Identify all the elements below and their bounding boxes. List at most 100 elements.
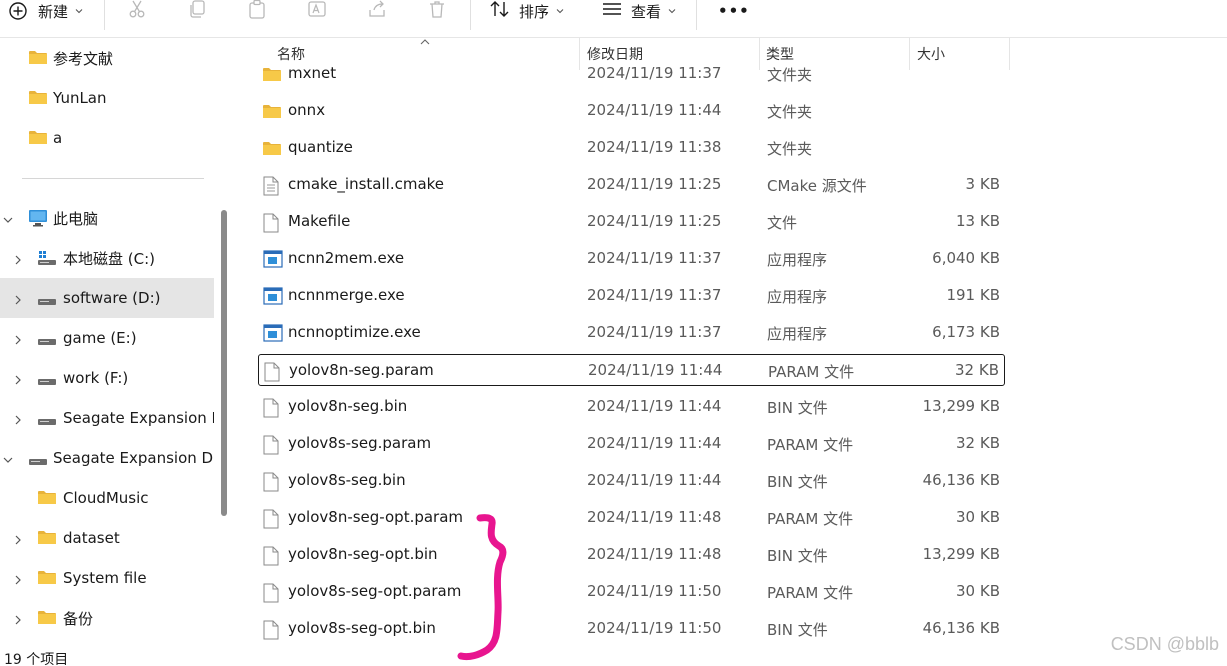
chevron-right-icon[interactable] [12,292,24,305]
nav-item-seagate-expansion[interactable]: Seagate Expansion Dri [0,438,214,478]
file-row[interactable]: yolov8n-seg-opt.param 2024/11/19 11:48 PAR… [258,502,1005,534]
file-name: yolov8s-seg.bin [288,471,406,489]
nav-item-label: 本地磁盘 (C:) [63,249,155,268]
file-size: 30 KB [956,582,1000,600]
computer-icon [28,209,48,231]
nav-item-backup[interactable]: 备份 [0,598,214,638]
chevron-right-icon[interactable] [12,412,24,425]
chevron-down-icon[interactable] [2,212,14,224]
chevron-right-icon[interactable] [12,572,24,585]
file-type: PARAM 文件 [768,363,855,381]
nav-item-label: dataset [63,529,120,547]
file-size: 6,173 KB [932,323,1000,341]
file-name: yolov8n-seg-opt.bin [288,545,438,563]
chevron-right-icon[interactable] [12,252,24,265]
nav-item-references[interactable]: 参考文献 [0,38,214,78]
folder-icon [38,490,56,509]
file-row[interactable]: ncnn2mem.exe 2024/11/19 11:37 应用程序 6,040 KB [258,243,1005,275]
toolbar-divider [104,0,105,30]
nav-item-this-pc[interactable]: 此电脑 [0,198,214,238]
sort-arrows-icon [489,0,511,23]
delete-button[interactable] [427,0,447,22]
sidebar-scrollbar[interactable] [221,210,227,516]
nav-item-drive-f[interactable]: work (F:) [0,358,214,398]
text-file-icon [263,176,279,200]
file-size: 191 KB [946,286,1000,304]
file-row[interactable]: yolov8n-seg.param 2024/11/19 11:44 PARAM 文… [258,354,1005,386]
copy-button[interactable] [187,0,207,22]
folder-icon [38,570,56,589]
nav-item-label: YunLan [53,89,107,107]
file-type: CMake 源文件 [767,177,867,195]
list-view-icon [601,0,623,23]
file-name: yolov8n-seg-opt.param [288,508,464,526]
view-button[interactable]: 查看 [601,0,677,22]
exe-icon [263,324,283,346]
folder-icon [263,141,281,160]
nav-item-drive-d[interactable]: software (D:) [0,278,214,318]
file-name: Makefile [288,212,351,230]
file-size: 46,136 KB [922,471,1000,489]
chevron-right-icon[interactable] [12,612,24,625]
file-size: 30 KB [956,508,1000,526]
chevron-down-icon[interactable] [2,452,14,464]
file-row[interactable]: mxnet 2024/11/19 11:37 文件夹 [258,58,1005,90]
nav-item-label: Seagate Expansion D [63,409,214,427]
file-date: 2024/11/19 11:50 [587,619,722,637]
file-row[interactable]: yolov8n-seg-opt.bin 2024/11/19 11:48 BIN 文… [258,539,1005,571]
nav-item-a[interactable]: a [0,118,214,158]
rename-icon [307,0,327,23]
file-row[interactable]: yolov8s-seg-opt.param 2024/11/19 11:50 PAR… [258,576,1005,608]
file-row[interactable]: ncnnmerge.exe 2024/11/19 11:37 应用程序 191 KB [258,280,1005,312]
paste-button[interactable] [247,0,267,22]
chevron-right-icon[interactable] [12,532,24,545]
nav-item-cloudmusic[interactable]: CloudMusic [0,478,214,518]
file-row[interactable]: yolov8n-seg.bin 2024/11/19 11:44 BIN 文件 13,… [258,391,1005,423]
drive-icon [37,373,57,391]
nav-item-label: 参考文献 [53,49,114,68]
file-row[interactable]: ncnnoptimize.exe 2024/11/19 11:37 应用程序 6,17… [258,317,1005,349]
copy-icon [187,0,207,23]
nav-item-yunlan[interactable]: YunLan [0,78,214,118]
file-icon [263,546,279,570]
file-row[interactable]: yolov8s-seg.param 2024/11/19 11:44 PARAM 文… [258,428,1005,460]
file-date: 2024/11/19 11:48 [587,508,722,526]
file-size: 6,040 KB [932,249,1000,267]
file-date: 2024/11/19 11:37 [587,286,722,304]
share-button[interactable] [367,0,387,22]
chevron-right-icon[interactable] [12,332,24,345]
nav-item-drive-c[interactable]: 本地磁盘 (C:) [0,238,214,278]
nav-item-system-file[interactable]: System file [0,558,214,598]
file-date: 2024/11/19 11:50 [587,582,722,600]
file-row[interactable]: yolov8s-seg.bin 2024/11/19 11:44 BIN 文件 46,… [258,465,1005,497]
item-count: 19 个项目 [4,652,69,666]
file-type: 文件夹 [767,103,813,121]
sidebar-divider [22,178,204,179]
more-icon: ••• [718,2,750,20]
chevron-right-icon[interactable] [12,372,24,385]
file-row[interactable]: cmake_install.cmake 2024/11/19 11:25 CMake… [258,169,1005,201]
file-list: 名称 修改日期 类型 大小 mxnet 2024/11/19 11:37 文件夹 on… [235,38,1227,644]
file-row[interactable]: onnx 2024/11/19 11:44 文件夹 [258,95,1005,127]
file-type: 应用程序 [767,251,828,269]
file-type: 文件夹 [767,140,813,158]
file-row[interactable]: yolov8s-seg-opt.bin 2024/11/19 11:50 BIN 文… [258,613,1005,644]
exe-icon [263,287,283,309]
new-button[interactable]: 新建 [8,0,84,22]
rename-button[interactable] [307,0,327,22]
nav-item-drive-e[interactable]: game (E:) [0,318,214,358]
new-label: 新建 [38,2,69,21]
more-options-button[interactable]: ••• [718,0,750,22]
navigation-pane: 参考文献 YunLan a 此电脑 本地磁盘 (C:) software (D:… [0,38,215,644]
folder-icon [38,530,56,549]
nav-item-label: Seagate Expansion Dri [53,449,214,467]
file-type: PARAM 文件 [767,436,854,454]
nav-item-dataset[interactable]: dataset [0,518,214,558]
command-bar: 新建 排序 查看 ••• [0,0,1227,38]
sort-button[interactable]: 排序 [489,0,565,22]
cut-button[interactable] [127,0,147,22]
nav-item-seagate-drive[interactable]: Seagate Expansion D [0,398,214,438]
file-row[interactable]: Makefile 2024/11/19 11:25 文件 13 KB [258,206,1005,238]
file-row[interactable]: quantize 2024/11/19 11:38 文件夹 [258,132,1005,164]
column-divider[interactable] [1009,38,1010,70]
